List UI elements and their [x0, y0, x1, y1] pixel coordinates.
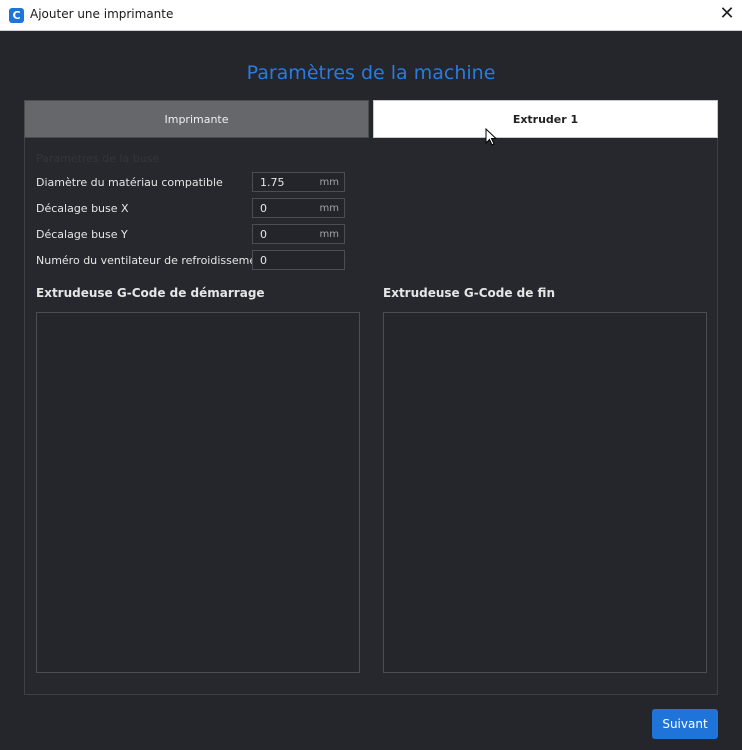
nozzle-offset-x-label: Décalage buse X [36, 202, 129, 215]
start-gcode-label: Extrudeuse G-Code de démarrage [36, 286, 265, 300]
title-bar: C Ajouter une imprimante ✕ [0, 0, 742, 31]
close-icon[interactable]: ✕ [716, 3, 738, 25]
material-diameter-unit: mm [319, 177, 339, 188]
next-button[interactable]: Suivant [652, 709, 718, 739]
tab-extruder-1[interactable]: Extruder 1 [373, 100, 718, 138]
cooling-fan-number-value: 0 [260, 254, 267, 267]
end-gcode-label: Extrudeuse G-Code de fin [383, 286, 555, 300]
nozzle-offset-y-unit: mm [319, 229, 339, 240]
material-diameter-value: 1.75 [260, 176, 285, 189]
cura-logo-icon: C [9, 8, 24, 23]
nozzle-settings-heading: Paramètres de la buse [36, 152, 160, 165]
nozzle-offset-y-label: Décalage buse Y [36, 228, 128, 241]
page-title: Paramètres de la machine [246, 62, 496, 84]
cooling-fan-number-input[interactable]: 0 [252, 250, 345, 270]
tab-imprimante[interactable]: Imprimante [24, 100, 369, 138]
nozzle-offset-y-input[interactable]: 0 mm [252, 224, 345, 244]
window-title: Ajouter une imprimante [30, 7, 174, 21]
nozzle-offset-x-unit: mm [319, 203, 339, 214]
start-gcode-textarea[interactable] [36, 312, 360, 673]
nozzle-offset-x-value: 0 [260, 202, 267, 215]
cooling-fan-number-label: Numéro du ventilateur de refroidissement [36, 254, 268, 267]
mouse-pointer-icon [485, 128, 497, 146]
material-diameter-input[interactable]: 1.75 mm [252, 172, 345, 192]
nozzle-offset-x-input[interactable]: 0 mm [252, 198, 345, 218]
end-gcode-textarea[interactable] [383, 312, 707, 673]
material-diameter-label: Diamètre du matériau compatible [36, 176, 223, 189]
nozzle-offset-y-value: 0 [260, 228, 267, 241]
